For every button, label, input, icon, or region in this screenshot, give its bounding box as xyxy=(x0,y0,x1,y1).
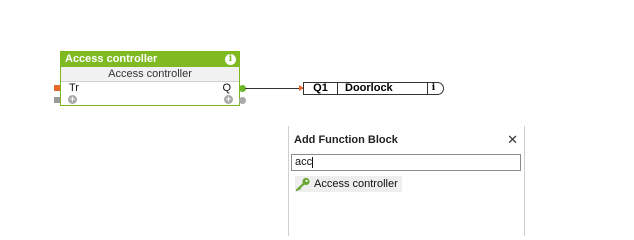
access-controller-block[interactable]: Access controller i Access controller Tr… xyxy=(60,51,240,106)
input-pin-add[interactable] xyxy=(54,97,60,103)
add-function-block-panel: Add Function Block ✕ acc Access controll… xyxy=(288,126,525,236)
search-input[interactable]: acc xyxy=(291,154,521,171)
block-header[interactable]: Access controller i xyxy=(61,52,239,67)
connection-wire[interactable] xyxy=(245,88,303,89)
key-icon xyxy=(295,177,310,191)
panel-title: Add Function Block xyxy=(294,134,398,146)
input-pin-tr[interactable] xyxy=(54,85,60,91)
port-row-add: + + xyxy=(61,94,239,106)
add-input-icon[interactable]: + xyxy=(68,95,77,104)
result-label: Access controller xyxy=(314,178,398,190)
text-caret xyxy=(312,156,314,168)
input-port-label: Tr xyxy=(69,82,79,94)
close-icon[interactable]: ✕ xyxy=(507,133,518,146)
add-output-icon[interactable]: + xyxy=(224,95,233,104)
port-row-main: Tr Q xyxy=(61,82,239,94)
output-port-label: Q xyxy=(222,82,231,94)
output-tag-doorlock[interactable]: Q1 Doorlock i xyxy=(303,82,444,95)
output-pin-add[interactable] xyxy=(239,97,246,104)
output-tag-label: Doorlock xyxy=(345,82,393,94)
info-icon[interactable]: i xyxy=(225,54,236,65)
output-tag-name: Q1 xyxy=(304,83,338,94)
info-icon[interactable]: i xyxy=(427,83,439,94)
block-title: Access controller xyxy=(65,53,158,65)
result-item[interactable]: Access controller xyxy=(295,176,402,192)
search-value: acc xyxy=(295,156,313,168)
block-subtitle: Access controller xyxy=(61,67,239,82)
